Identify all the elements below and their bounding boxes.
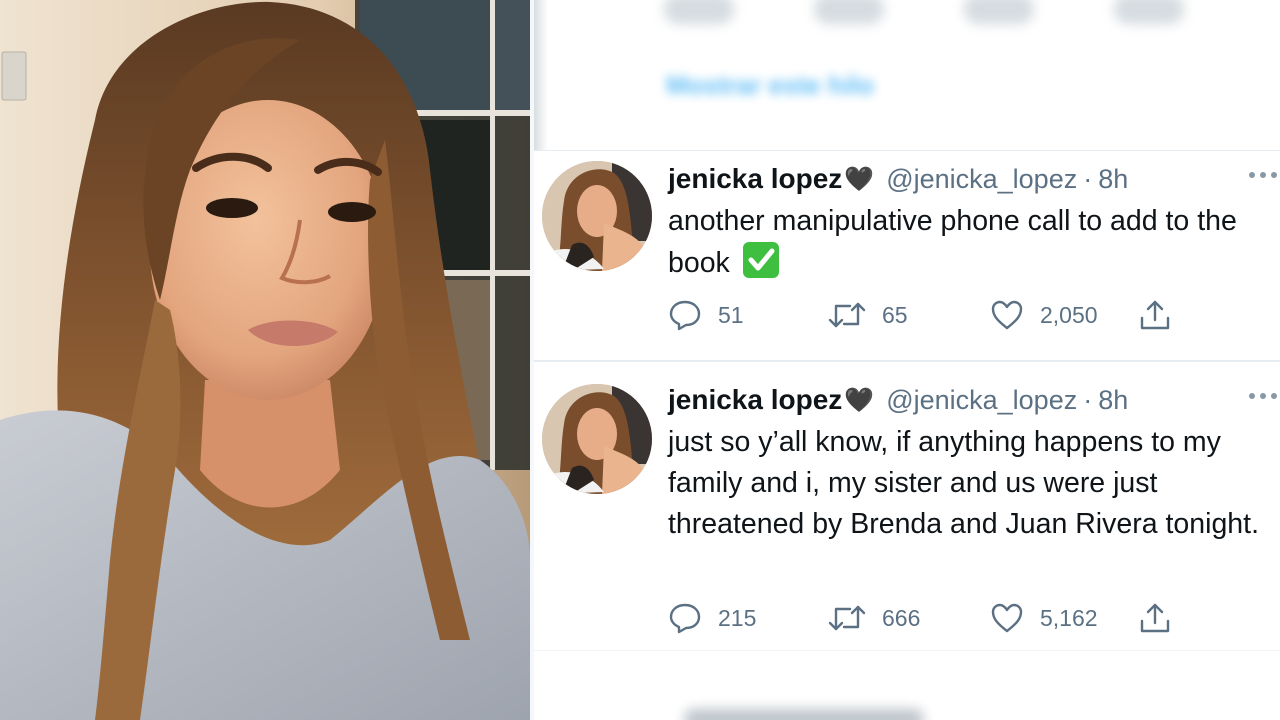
like-icon: [991, 300, 1023, 330]
tweet-text: just so y’all know, if anything happens …: [668, 426, 1259, 540]
like-icon: [991, 603, 1023, 633]
avatar-image: [542, 384, 652, 494]
black-heart-emoji: 🖤: [844, 386, 875, 414]
tweet[interactable]: jenicka lopez 🖤 @jenicka_lopez · 8h just…: [534, 360, 1280, 650]
tweet-text: another manipulative phone call to add t…: [668, 201, 1268, 284]
like-count: 5,162: [1040, 604, 1098, 631]
retweet-count: 65: [882, 301, 908, 328]
reply-button[interactable]: 215: [668, 600, 756, 636]
tweet-header: jenicka lopez 🖤 @jenicka_lopez · 8h: [668, 159, 1128, 199]
avatar[interactable]: [542, 384, 652, 494]
tweet[interactable]: jenicka lopez 🖤 @jenicka_lopez · 8h anot…: [534, 150, 1280, 360]
photo-illustration: [0, 0, 530, 720]
twitter-feed: Mostrar este hilo jenicka lopez 🖤 @jenic…: [534, 0, 1280, 720]
separator-dot: ·: [1083, 384, 1093, 415]
share-icon: [1140, 300, 1170, 330]
reply-icon: [669, 603, 701, 634]
reply-icon: [669, 300, 701, 331]
next-tweet-blurred: [534, 650, 1280, 720]
retweet-icon: [828, 302, 866, 328]
reply-button[interactable]: 51: [668, 297, 744, 333]
edge-shadow: [534, 0, 548, 150]
like-button[interactable]: 5,162: [990, 600, 1098, 636]
more-icon[interactable]: [1246, 167, 1280, 183]
more-icon[interactable]: [1246, 388, 1280, 404]
check-mark-button-emoji: [742, 242, 779, 278]
tweet-header: jenicka lopez 🖤 @jenicka_lopez · 8h: [668, 380, 1128, 420]
retweet-button[interactable]: 65: [828, 297, 908, 333]
retweet-button[interactable]: 666: [828, 600, 920, 636]
like-button[interactable]: 2,050: [990, 297, 1098, 333]
share-button[interactable]: [1138, 297, 1172, 333]
like-count: 2,050: [1040, 301, 1098, 328]
blurred-text: [684, 709, 924, 720]
retweet-count: 666: [882, 604, 921, 631]
blurred-action-row: [664, 0, 1204, 30]
avatar-image: [542, 161, 652, 271]
timestamp[interactable]: 8h: [1098, 385, 1128, 416]
reply-count: 51: [718, 301, 744, 328]
display-name[interactable]: jenicka lopez: [668, 163, 842, 195]
display-name[interactable]: jenicka lopez: [668, 384, 842, 416]
previous-tweet-blurred: Mostrar este hilo: [534, 0, 1280, 150]
separator-dot: ·: [1083, 163, 1093, 194]
share-button[interactable]: [1138, 600, 1172, 636]
avatar[interactable]: [542, 161, 652, 271]
share-icon: [1140, 603, 1170, 633]
black-heart-emoji: 🖤: [844, 165, 875, 193]
user-handle[interactable]: @jenicka_lopez: [886, 385, 1077, 416]
user-handle[interactable]: @jenicka_lopez: [886, 164, 1077, 195]
selfie-photo: [0, 0, 530, 720]
timestamp[interactable]: 8h: [1098, 164, 1128, 195]
show-thread-link[interactable]: Mostrar este hilo: [666, 70, 874, 101]
retweet-icon: [828, 605, 866, 631]
reply-count: 215: [718, 604, 757, 631]
